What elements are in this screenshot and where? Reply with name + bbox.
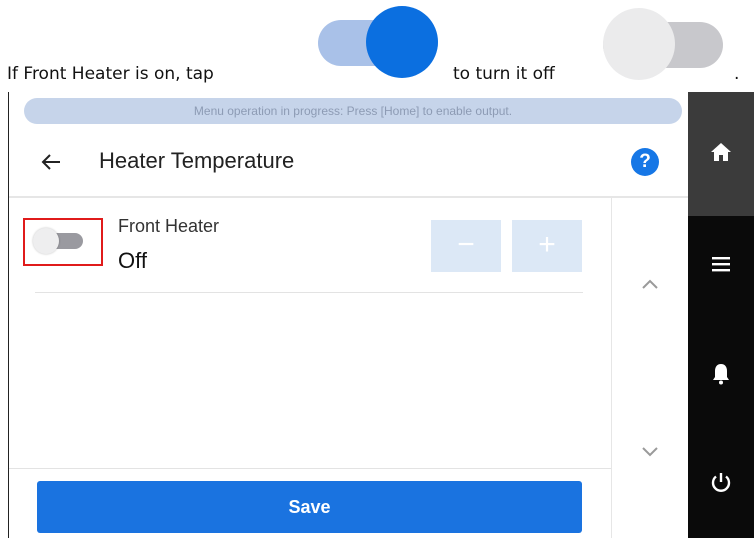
side-nav	[688, 92, 754, 538]
toggle-on-knob	[366, 6, 438, 78]
front-heater-toggle[interactable]	[33, 228, 85, 254]
nav-menu-button[interactable]	[688, 234, 754, 294]
chevron-down-icon[interactable]	[638, 442, 662, 462]
bell-icon	[713, 364, 729, 385]
device-screen: Menu operation in progress: Press [Home]…	[8, 92, 754, 538]
footer-divider	[9, 468, 611, 469]
header: Heater Temperature ?	[9, 132, 688, 194]
nav-home-button[interactable]	[688, 92, 754, 216]
increase-button[interactable]: +	[512, 220, 582, 272]
nav-power-button[interactable]	[688, 452, 754, 512]
page-title: Heater Temperature	[99, 148, 295, 173]
instruction-text-start: If Front Heater is on, tap	[7, 64, 214, 84]
arrow-left-icon[interactable]	[39, 150, 63, 174]
front-heater-toggle-knob	[33, 228, 59, 254]
instruction-text-middle: to turn it off	[453, 64, 555, 84]
nav-notifications-button[interactable]	[688, 344, 754, 404]
toggle-off-illustration	[603, 8, 723, 82]
instruction-text-end: .	[734, 64, 740, 84]
question-icon[interactable]: ?	[631, 148, 659, 176]
settings-list: Front Heater Off − +	[9, 198, 611, 468]
chevron-up-icon[interactable]	[638, 274, 662, 294]
hamburger-menu-icon	[712, 257, 730, 272]
status-banner: Menu operation in progress: Press [Home]…	[24, 98, 682, 124]
toggle-on-illustration	[318, 6, 438, 80]
row-divider	[35, 292, 583, 293]
power-icon	[711, 473, 731, 492]
home-icon	[709, 140, 733, 164]
front-heater-label: Front Heater	[118, 216, 220, 236]
front-heater-row: Front Heater Off − +	[9, 198, 611, 294]
scroll-column	[611, 198, 689, 538]
toggle-off-knob	[603, 8, 675, 80]
instruction-line: If Front Heater is on, tap to turn it of…	[0, 0, 754, 92]
decrease-button[interactable]: −	[431, 220, 501, 272]
front-heater-value: Off	[118, 248, 147, 273]
save-button[interactable]: Save	[37, 481, 582, 533]
